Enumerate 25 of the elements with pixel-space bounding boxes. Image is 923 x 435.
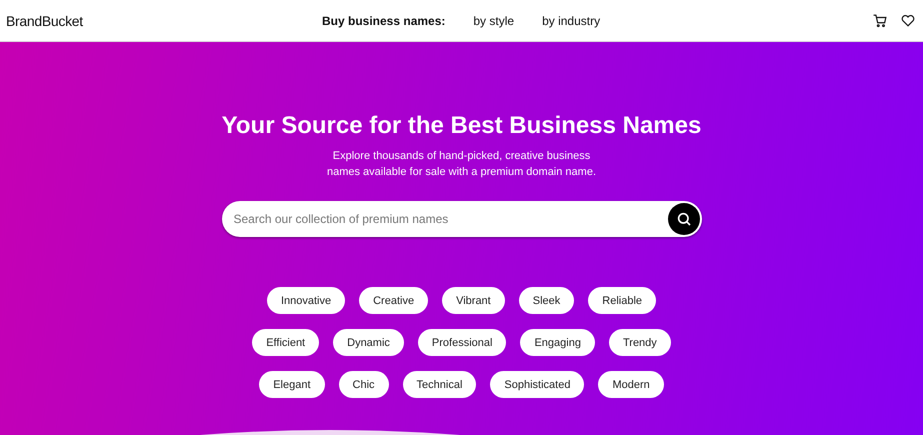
style-tag[interactable]: Sophisticated [490, 371, 584, 398]
style-tag[interactable]: Modern [598, 371, 664, 398]
logo[interactable]: BrandBucket [6, 12, 322, 28]
nav-label: Buy business names: [322, 14, 446, 28]
style-tag[interactable]: Vibrant [442, 287, 505, 314]
style-tag[interactable]: Elegant [259, 371, 325, 398]
style-tag[interactable]: Sleek [518, 287, 574, 314]
heart-icon[interactable] [901, 14, 915, 27]
hero-subtitle: Explore thousands of hand-picked, creative business names available for sale with a premium domain name. [326, 149, 596, 180]
style-tag[interactable]: Reliable [588, 287, 656, 314]
style-tag[interactable]: Dynamic [333, 329, 404, 356]
cart-icon[interactable] [873, 14, 887, 28]
style-tag[interactable]: Trendy [608, 329, 671, 356]
search-field[interactable]: Search our collection of premium names [222, 201, 702, 237]
hero-title: Your Source for the Best Business Names [222, 112, 702, 140]
style-tag[interactable]: Efficient [252, 329, 320, 356]
search-icon [676, 211, 692, 227]
nav-link[interactable]: by style [473, 14, 514, 28]
style-tag[interactable]: Engaging [520, 329, 595, 356]
style-tag[interactable]: Innovative [266, 287, 346, 314]
style-tag[interactable]: Technical [402, 371, 476, 398]
style-tag[interactable]: Creative [359, 287, 428, 314]
style-tag[interactable]: Professional [418, 329, 506, 356]
style-tag[interactable]: Chic [338, 371, 389, 398]
nav-link[interactable]: by industry [542, 14, 600, 28]
